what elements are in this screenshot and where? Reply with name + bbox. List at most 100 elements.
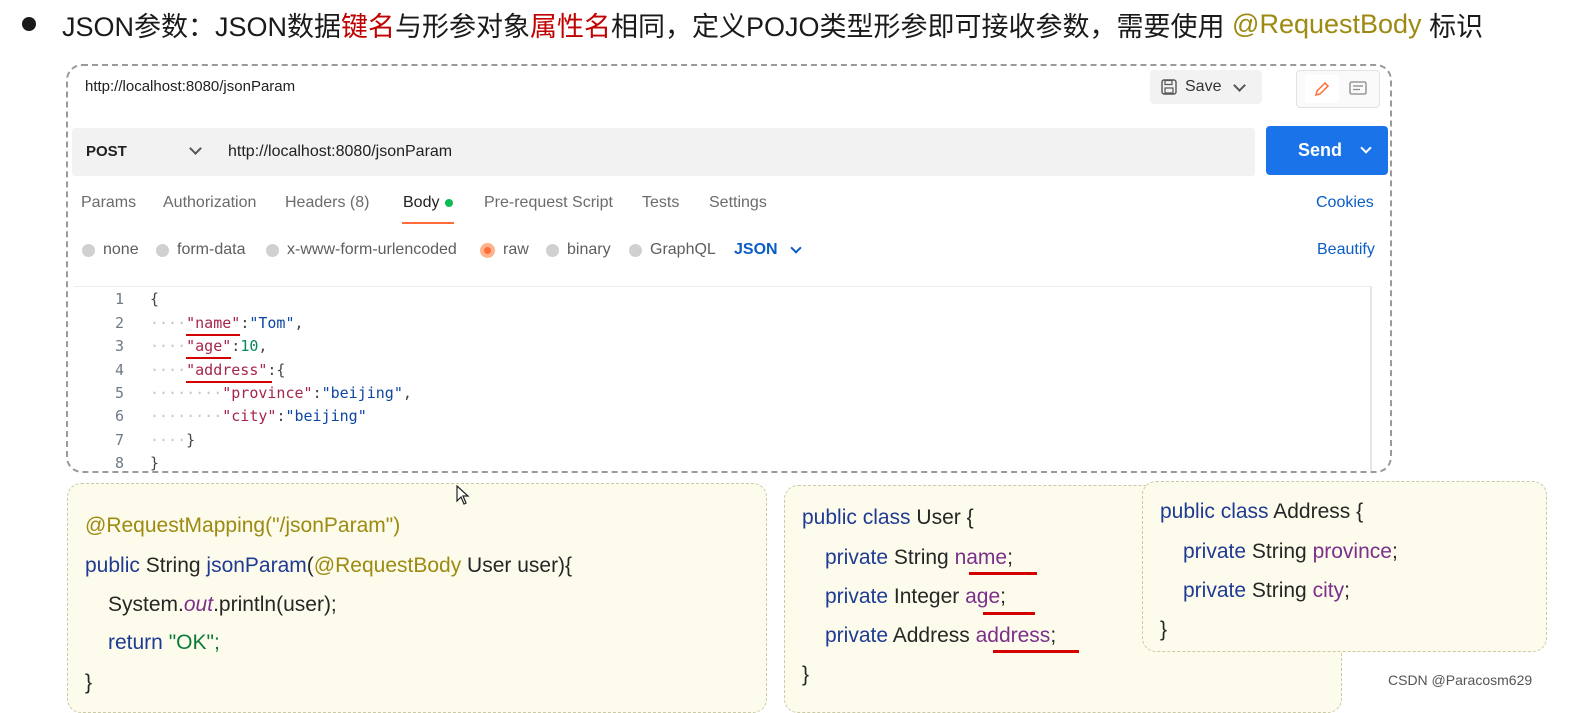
tab-pre-request-script[interactable]: Pre-request Script bbox=[484, 194, 613, 212]
closing-brace: } bbox=[1160, 618, 1168, 641]
method-select[interactable]: POST bbox=[86, 143, 127, 160]
chevron-down-icon[interactable] bbox=[189, 142, 202, 155]
semicolon: ; bbox=[1007, 546, 1013, 569]
view-toggle bbox=[1296, 70, 1380, 108]
field-type: String bbox=[1246, 540, 1313, 563]
semicolon: ; bbox=[1391, 540, 1398, 563]
radio-graphql[interactable]: GraphQL bbox=[629, 241, 716, 259]
cookies-link[interactable]: Cookies bbox=[1316, 194, 1374, 212]
field-type: Integer bbox=[888, 585, 966, 608]
headline-mid1: 与形参对象 bbox=[395, 11, 531, 42]
red-underline bbox=[983, 612, 1035, 615]
headline-mid2: 相同，定义POJO类型形参即可接收参数，需要使用 bbox=[611, 11, 1233, 42]
request-mapping-annotation: @RequestMapping("/jsonParam") bbox=[85, 514, 401, 537]
line-number: 8 bbox=[114, 454, 124, 472]
save-icon bbox=[1161, 79, 1177, 95]
chevron-down-icon[interactable] bbox=[1233, 78, 1247, 92]
radio-form-data-label: form-data bbox=[177, 241, 246, 258]
headline-prefix: JSON参数：JSON数据 bbox=[62, 11, 342, 42]
user-class-header: public class User { bbox=[802, 506, 974, 530]
kw-public: public bbox=[85, 554, 140, 577]
chevron-down-icon bbox=[789, 242, 802, 254]
json-key-address: "address" bbox=[186, 361, 268, 379]
save-label: Save bbox=[1185, 78, 1222, 95]
editor-scrollbar[interactable] bbox=[1370, 286, 1372, 471]
comment-icon[interactable] bbox=[1345, 77, 1371, 101]
kw-public-class: public class bbox=[1160, 500, 1269, 523]
code-line: ····"address":{ bbox=[150, 361, 286, 379]
field-name: name bbox=[954, 546, 1008, 569]
json-key-name: "name" bbox=[186, 314, 241, 332]
kw-private: private bbox=[825, 624, 889, 647]
tab-settings[interactable]: Settings bbox=[709, 194, 767, 212]
chevron-down-icon[interactable] bbox=[1360, 142, 1372, 154]
tab-body[interactable]: Body bbox=[403, 194, 454, 212]
watermark: CSDN @Paracosm629 bbox=[1388, 672, 1533, 688]
line-number: 5 bbox=[114, 384, 124, 402]
tab-params[interactable]: Params bbox=[81, 194, 136, 212]
kw-private: private bbox=[1183, 579, 1247, 602]
print-suffix: .println(user); bbox=[213, 593, 337, 616]
address-class-header: public class Address { bbox=[1160, 500, 1363, 524]
semicolon: ; bbox=[1050, 624, 1057, 647]
code-line: { bbox=[150, 290, 159, 308]
tab-tests[interactable]: Tests bbox=[642, 194, 679, 212]
request-bar: POST http://localhost:8080/jsonParam bbox=[72, 128, 1255, 176]
code-line: ····"age":10, bbox=[150, 337, 268, 355]
field-name: province bbox=[1312, 540, 1392, 563]
request-tabs: Params Authorization Headers (8) Body Pr… bbox=[68, 194, 1388, 226]
print-prefix: System. bbox=[108, 593, 184, 616]
brace: { bbox=[150, 290, 160, 308]
line-number: 3 bbox=[114, 337, 124, 355]
url-input[interactable]: http://localhost:8080/jsonParam bbox=[228, 143, 452, 161]
red-underline bbox=[186, 381, 272, 383]
radio-raw[interactable]: raw bbox=[480, 241, 529, 259]
kw-public-class: public class bbox=[802, 506, 911, 529]
code-line: ········"province":"beijing", bbox=[150, 384, 412, 402]
slide-headline: JSON参数：JSON数据 键名 与形参对象 属性名 相同，定义POJO类型形参即可接收… bbox=[22, 4, 1483, 44]
send-button[interactable]: Send bbox=[1266, 126, 1388, 175]
json-body-editor[interactable]: 1 2 3 4 5 6 7 8 { ····"name":"Tom", ····… bbox=[74, 286, 1370, 472]
radio-binary[interactable]: binary bbox=[546, 241, 611, 259]
json-key-province: "province" bbox=[222, 384, 313, 402]
headline-suffix: 标识 bbox=[1421, 11, 1484, 42]
class-name: User { bbox=[910, 506, 974, 529]
beautify-link[interactable]: Beautify bbox=[1317, 241, 1375, 259]
radio-none[interactable]: none bbox=[82, 241, 139, 259]
save-button[interactable]: Save bbox=[1150, 70, 1262, 104]
controller-code-card: @RequestMapping("/jsonParam") public Str… bbox=[67, 483, 767, 713]
red-underline bbox=[186, 334, 240, 336]
method-name: jsonParam bbox=[206, 554, 307, 577]
println-line: System.out.println(user); bbox=[108, 593, 337, 617]
active-tab-indicator bbox=[402, 222, 454, 224]
kw-private: private bbox=[825, 585, 889, 608]
tab-headers[interactable]: Headers (8) bbox=[285, 194, 369, 212]
headline-key-name: 键名 bbox=[341, 11, 396, 42]
format-select[interactable]: JSON bbox=[734, 241, 802, 259]
semicolon: ; bbox=[1000, 585, 1006, 608]
param-rest: User user){ bbox=[461, 554, 573, 577]
radio-icon bbox=[82, 243, 95, 257]
method-signature: public String jsonParam(@RequestBody Use… bbox=[85, 554, 572, 578]
json-value-age: 10 bbox=[240, 337, 259, 355]
field-name: age bbox=[965, 585, 1001, 608]
code-line: ····"name":"Tom", bbox=[150, 314, 304, 332]
kw-private: private bbox=[1183, 540, 1247, 563]
kw-private: private bbox=[825, 546, 889, 569]
request-title[interactable]: http://localhost:8080/jsonParam bbox=[85, 78, 295, 95]
line-number: 2 bbox=[114, 314, 124, 332]
radio-form-data[interactable]: form-data bbox=[156, 241, 245, 259]
tab-authorization[interactable]: Authorization bbox=[163, 194, 256, 212]
headline-attr-name: 属性名 bbox=[530, 11, 612, 42]
send-label: Send bbox=[1298, 140, 1343, 160]
json-value-province: "beijing" bbox=[321, 384, 403, 402]
body-type-options: none form-data x-www-form-urlencoded raw… bbox=[68, 241, 1388, 267]
pencil-icon[interactable] bbox=[1305, 75, 1339, 103]
line-number: 1 bbox=[114, 290, 124, 308]
radio-selected-icon bbox=[480, 242, 495, 258]
json-key-age: "age" bbox=[186, 337, 232, 355]
radio-icon bbox=[266, 243, 279, 257]
field-type: String bbox=[888, 546, 955, 569]
radio-urlencoded[interactable]: x-www-form-urlencoded bbox=[266, 241, 457, 259]
status-dot-icon bbox=[445, 198, 454, 207]
